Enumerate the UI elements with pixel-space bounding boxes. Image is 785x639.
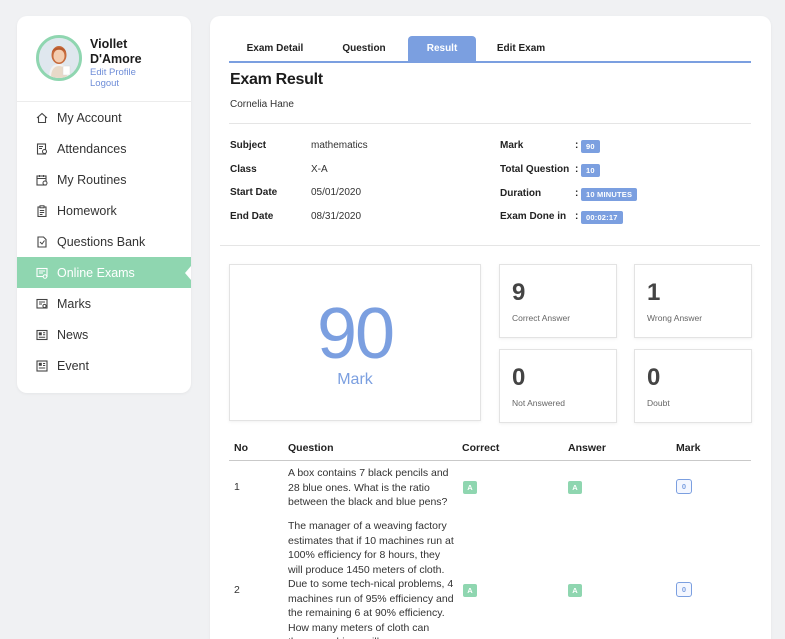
wrong-answer-value: 1 — [647, 279, 661, 306]
profile-name: Viollet D'Amore — [90, 37, 142, 66]
news-icon — [36, 329, 48, 340]
mark-score-label: Mark — [337, 371, 373, 388]
sidebar-item-label: News — [57, 327, 89, 342]
wrong-answer-card: 1 Wrong Answer — [634, 264, 752, 338]
column-header-correct: Correct — [462, 442, 500, 454]
divider — [229, 123, 751, 124]
start-date-label: Start Date — [230, 187, 278, 198]
correct-answer-card: 9 Correct Answer — [499, 264, 617, 338]
row-number: 1 — [234, 481, 240, 493]
sidebar: Viollet D'Amore Edit Profile Logout My A… — [17, 16, 191, 393]
sidebar-item-marks[interactable]: Marks — [17, 288, 191, 319]
mark-label: Mark — [500, 140, 524, 151]
clipboard-icon — [37, 204, 47, 217]
correct-answer-value: 9 — [512, 279, 526, 306]
duration-label: Duration — [500, 188, 542, 199]
total-question-label: Total Question — [500, 164, 570, 175]
tab-bar: Exam Detail Question Result Edit Exam — [229, 36, 751, 63]
class-value: X-A — [311, 164, 328, 175]
row-number: 2 — [234, 584, 240, 596]
logout-link[interactable]: Logout — [90, 78, 156, 89]
mark-card: 90 Mark — [229, 264, 481, 421]
answer-option-badge: A — [568, 481, 582, 494]
sidebar-item-label: Attendances — [57, 141, 127, 156]
subject-label: Subject — [230, 140, 267, 151]
edit-profile-link[interactable]: Edit Profile — [90, 67, 156, 78]
document-icon — [37, 235, 47, 248]
sidebar-item-online-exams[interactable]: Online Exams — [17, 257, 191, 288]
sidebar-item-news[interactable]: News — [17, 319, 191, 350]
correct-option-badge: A — [463, 481, 477, 494]
tab-exam-detail[interactable]: Exam Detail — [229, 36, 321, 61]
mark-score-value: 90 — [316, 294, 395, 374]
colon: : — [575, 211, 579, 222]
student-name: Cornelia Hane — [230, 99, 294, 110]
doubt-value: 0 — [647, 364, 661, 391]
tab-result[interactable]: Result — [408, 36, 476, 61]
sidebar-item-event[interactable]: Event — [17, 350, 191, 381]
duration-badge: 10 MINUTES — [581, 188, 638, 201]
sidebar-item-label: Questions Bank — [57, 234, 146, 249]
mark-badge: 90 — [581, 140, 600, 153]
sidebar-item-questions-bank[interactable]: Questions Bank — [17, 226, 191, 257]
start-date-value: 05/01/2020 — [311, 187, 362, 198]
question-text: The manager of a weaving factory estimat… — [288, 520, 454, 639]
calendar-icon — [36, 174, 48, 186]
tab-question[interactable]: Question — [321, 36, 407, 61]
doubt-label: Doubt — [647, 398, 670, 408]
exam-icon — [36, 267, 48, 279]
end-date-label: End Date — [230, 211, 274, 222]
sidebar-item-my-routines[interactable]: My Routines — [17, 164, 191, 195]
column-header-no: No — [234, 442, 248, 454]
avatar[interactable] — [36, 35, 82, 81]
not-answered-card: 0 Not Answered — [499, 349, 617, 423]
exam-done-label: Exam Done in — [500, 211, 567, 222]
profile-info: Viollet D'Amore Edit Profile Logout — [90, 37, 156, 101]
colon: : — [575, 188, 579, 199]
sidebar-item-my-account[interactable]: My Account — [17, 102, 191, 133]
not-answered-label: Not Answered — [512, 398, 565, 408]
profile-card: Viollet D'Amore Edit Profile Logout — [17, 16, 191, 102]
event-icon — [36, 359, 48, 372]
sidebar-item-attendances[interactable]: Attendances — [17, 133, 191, 164]
colon: : — [575, 140, 579, 151]
exam-done-badge: 00:02:17 — [581, 211, 623, 224]
home-icon — [36, 112, 48, 123]
question-text: A box contains 7 black pencils and 28 bl… — [288, 467, 449, 508]
sidebar-item-label: Homework — [57, 203, 117, 218]
tab-edit-exam[interactable]: Edit Exam — [476, 36, 566, 61]
main-panel: Exam Detail Question Result Edit Exam Ex… — [210, 16, 771, 639]
column-header-question: Question — [288, 442, 334, 454]
sidebar-item-label: Marks — [57, 296, 92, 311]
sidebar-item-label: Event — [57, 358, 89, 373]
sidebar-item-label: Online Exams — [57, 265, 135, 280]
sidebar-item-label: My Routines — [57, 172, 127, 187]
sidebar-item-label: My Account — [57, 110, 122, 125]
total-question-badge: 10 — [581, 164, 600, 177]
table-header-divider — [229, 460, 751, 461]
mark-badge: 0 — [676, 479, 692, 494]
column-header-mark: Mark — [676, 442, 701, 454]
divider — [220, 245, 760, 246]
column-header-answer: Answer — [568, 442, 606, 454]
class-label: Class — [230, 164, 257, 175]
sidebar-menu: My Account Attendances My Routines Homew… — [17, 102, 191, 381]
correct-option-badge: A — [463, 584, 477, 597]
attendance-icon — [36, 142, 47, 155]
end-date-value: 08/31/2020 — [311, 211, 362, 222]
marks-icon — [36, 298, 48, 309]
answer-option-badge: A — [568, 584, 582, 597]
doubt-card: 0 Doubt — [634, 349, 752, 423]
subject-value: mathematics — [311, 140, 368, 151]
mark-badge: 0 — [676, 582, 692, 597]
correct-answer-label: Correct Answer — [512, 313, 571, 323]
wrong-answer-label: Wrong Answer — [647, 313, 703, 323]
sidebar-item-homework[interactable]: Homework — [17, 195, 191, 226]
not-answered-value: 0 — [512, 364, 526, 391]
page-title: Exam Result — [230, 71, 323, 88]
colon: : — [575, 164, 579, 175]
